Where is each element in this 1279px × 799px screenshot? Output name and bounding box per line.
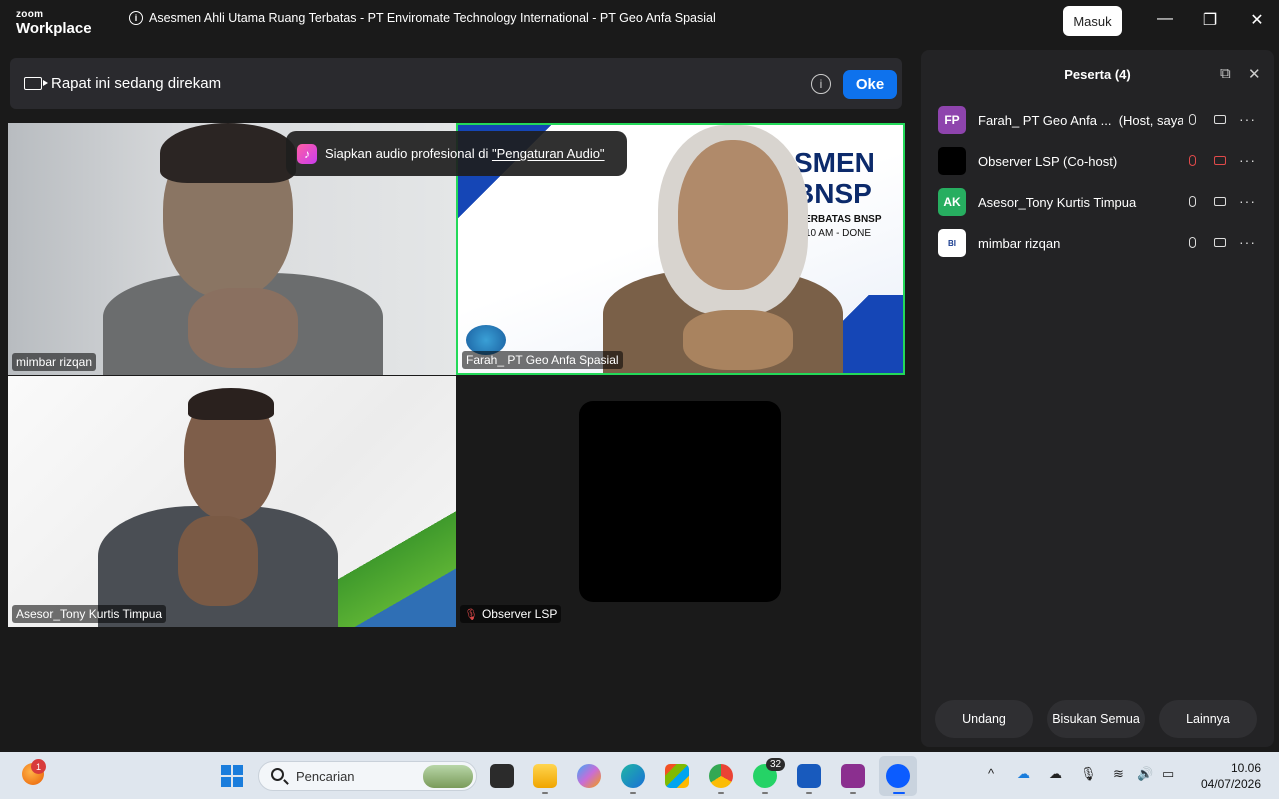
whatsapp-badge: 32 (766, 758, 786, 771)
volume-icon[interactable]: 🔊 (1137, 766, 1153, 782)
minimize-icon[interactable]: — (1153, 10, 1177, 28)
windows-start-icon[interactable] (221, 765, 243, 787)
running-indicator (542, 792, 548, 794)
participant-row[interactable]: AK Asesor_Tony Kurtis Timpua ··· (938, 188, 1263, 216)
microsoft-store-icon[interactable] (665, 764, 689, 788)
participant-row[interactable]: Observer LSP (Co-host) ··· (938, 147, 1263, 175)
pdf-app-icon[interactable] (841, 764, 865, 788)
show-hidden-icons-icon[interactable]: ^ (988, 766, 994, 781)
avatar: BI (938, 229, 966, 257)
clock-date: 04/07/2026 (1200, 777, 1261, 791)
participant-name: Asesor_Tony Kurtis Timpua (978, 194, 1137, 210)
wifi-icon[interactable]: ≋ (1113, 766, 1124, 782)
participant-row[interactable]: BI mimbar rizqan ··· (938, 229, 1263, 257)
running-indicator (806, 792, 812, 794)
mic-icon[interactable] (1189, 237, 1196, 248)
participant-row[interactable]: FP Farah_ PT Geo Anfa ... (Host, saya) ·… (938, 106, 1263, 134)
meeting-title: Asesmen Ahli Utama Ruang Terbatas - PT E… (149, 11, 716, 25)
participant-hand (178, 516, 258, 606)
participant-hand (188, 288, 298, 368)
windows-taskbar: 1 Pencarian 32 ^ ☁ ☁ 🎙 ≋ 🔊 ▭ 10.06 04/07… (0, 752, 1279, 799)
video-icon[interactable] (1214, 238, 1226, 247)
avatar: FP (938, 106, 966, 134)
running-indicator (718, 792, 724, 794)
battery-icon[interactable]: ▭ (1162, 766, 1174, 782)
restore-icon[interactable]: ❐ (1198, 10, 1222, 30)
muted-mic-icon[interactable] (1189, 155, 1196, 166)
participant-hair (160, 123, 296, 183)
participant-name: Observer LSP (Co-host) (978, 153, 1118, 169)
pop-out-icon[interactable]: ⧉ (1220, 65, 1231, 82)
more-icon[interactable]: ··· (1239, 193, 1256, 209)
tile-name-label: mimbar rizqan (12, 353, 97, 371)
notification-badge: 1 (31, 759, 46, 774)
word-icon[interactable] (797, 764, 821, 788)
meeting-info[interactable]: i Asesmen Ahli Utama Ruang Terbatas - PT… (129, 11, 716, 25)
participant-hair (188, 388, 274, 420)
participants-panel: Peserta (4) ⧉ ✕ FP Farah_ PT Geo Anfa ..… (921, 50, 1274, 747)
video-icon[interactable] (1214, 197, 1226, 206)
mic-icon[interactable] (1189, 114, 1196, 125)
participant-name: mimbar rizqan (978, 235, 1061, 251)
bg-shape (338, 436, 456, 627)
participant-face (678, 140, 788, 290)
edge-icon[interactable] (621, 764, 645, 788)
task-view-icon[interactable] (490, 764, 514, 788)
more-icon[interactable]: ··· (1239, 234, 1256, 250)
more-icon[interactable]: ··· (1239, 111, 1256, 127)
mute-all-button[interactable]: Bisukan Semua (1047, 700, 1145, 738)
close-panel-icon[interactable]: ✕ (1248, 65, 1261, 83)
title-bar: zoom Workplace i Asesmen Ahli Utama Ruan… (0, 0, 1279, 46)
search-icon (271, 768, 284, 781)
info-icon[interactable]: i (129, 11, 143, 25)
audio-settings-toast[interactable]: ♪ Siapkan audio profesional di "Pengatur… (286, 131, 627, 176)
sign-in-button[interactable]: Masuk (1063, 6, 1122, 36)
music-icon: ♪ (297, 143, 317, 164)
clock-time: 10.06 (1230, 761, 1261, 775)
info-icon[interactable]: i (811, 74, 831, 94)
avatar: AK (938, 188, 966, 216)
microphone-icon[interactable]: 🎙 (1080, 766, 1097, 782)
muted-mic-icon: 🎙 (464, 608, 478, 621)
audio-settings-link[interactable]: "Pengaturan Audio" (492, 146, 605, 161)
running-indicator (850, 792, 856, 794)
ok-button[interactable]: Oke (843, 70, 897, 99)
participant-role: (Host, saya) (1118, 112, 1183, 128)
mic-icon[interactable] (1189, 196, 1196, 207)
more-icon[interactable]: ··· (1239, 152, 1256, 168)
zoom-icon[interactable] (886, 764, 910, 788)
running-indicator (630, 792, 636, 794)
recording-banner: Rapat ini sedang direkam i Oke (10, 58, 902, 109)
tile-name-label: Asesor_Tony Kurtis Timpua (12, 605, 167, 623)
avatar (938, 147, 966, 175)
recording-camera-icon (24, 77, 48, 90)
search-placeholder: Pencarian (296, 769, 355, 784)
zoom-workplace-logo: zoom Workplace (16, 9, 92, 37)
recording-text: Rapat ini sedang direkam (51, 75, 222, 92)
search-highlight-image (423, 765, 473, 788)
more-options-button[interactable]: Lainnya (1159, 700, 1257, 738)
running-indicator (762, 792, 768, 794)
active-indicator (893, 792, 905, 794)
tile-name-label: Farah_ PT Geo Anfa Spasial (462, 351, 623, 369)
participant-avatar (579, 401, 781, 602)
video-icon[interactable] (1214, 115, 1226, 124)
invite-button[interactable]: Undang (935, 700, 1033, 738)
video-off-icon[interactable] (1214, 156, 1226, 165)
file-explorer-icon[interactable] (533, 764, 557, 788)
slide-subtitle: TERBATAS BNSP (798, 214, 882, 225)
video-tile-tony[interactable]: Asesor_Tony Kurtis Timpua (8, 376, 456, 627)
system-clock[interactable]: 10.06 04/07/2026 (1195, 760, 1261, 792)
copilot-icon[interactable] (577, 764, 601, 788)
participant-name: Farah_ PT Geo Anfa ... (978, 112, 1112, 128)
onedrive-icon[interactable]: ☁ (1017, 766, 1030, 782)
search-box[interactable]: Pencarian (258, 761, 477, 791)
participant-hands (683, 310, 793, 370)
network-status-icon[interactable]: ☁ (1049, 766, 1062, 782)
video-tile-observer[interactable]: 🎙 Observer LSP (456, 376, 905, 627)
tile-name-label: 🎙 Observer LSP (460, 605, 562, 623)
close-icon[interactable]: ✕ (1245, 10, 1269, 30)
chrome-icon[interactable] (709, 764, 733, 788)
